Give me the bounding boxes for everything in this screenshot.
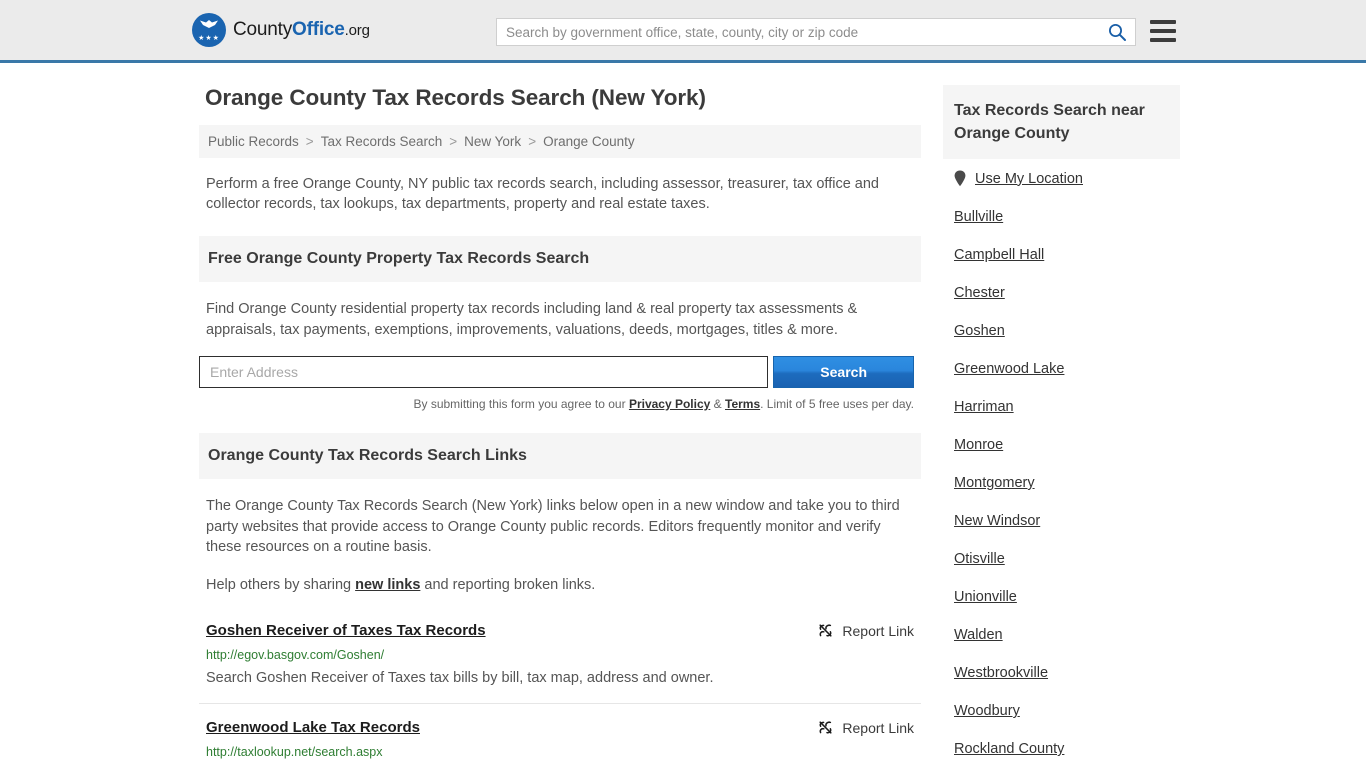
link-item-title[interactable]: Greenwood Lake Tax Records <box>206 718 420 738</box>
sidebar-list: Use My Location Bullville Campbell Hall … <box>943 159 1180 768</box>
sidebar-link[interactable]: Harriman <box>954 399 1014 415</box>
hamburger-bar <box>1150 20 1176 24</box>
sidebar-item-unionville[interactable]: Unionville <box>954 578 1169 616</box>
form-disclaimer: By submitting this form you agree to our… <box>199 397 915 411</box>
sidebar-item-greenwood-lake[interactable]: Greenwood Lake <box>954 350 1169 388</box>
address-search-button[interactable]: Search <box>773 356 914 388</box>
stars-glyph: ★★★ <box>198 35 220 42</box>
report-link-button[interactable]: Report Link <box>817 718 914 736</box>
property-search-description: Find Orange County residential property … <box>206 301 858 338</box>
link-item-header: Goshen Receiver of Taxes Tax Records Rep… <box>206 621 914 641</box>
breadcrumb-item-public-records[interactable]: Public Records <box>208 134 299 149</box>
sidebar-link[interactable]: Montgomery <box>954 475 1035 491</box>
sidebar-item-new-windsor[interactable]: New Windsor <box>954 502 1169 540</box>
logo-text-county: County <box>233 19 293 40</box>
logo-text-org: .org <box>344 22 370 39</box>
link-item-url: http://taxlookup.net/search.aspx <box>206 745 383 759</box>
sidebar-item-chester[interactable]: Chester <box>954 274 1169 312</box>
link-item: Greenwood Lake Tax Records Report Link h… <box>199 704 921 768</box>
logo-text-office: Office <box>292 19 345 40</box>
report-link-label: Report Link <box>842 719 914 736</box>
sidebar-link[interactable]: Rockland County <box>954 741 1064 757</box>
sidebar-heading: Tax Records Search near Orange County <box>943 85 1180 159</box>
disclaimer-prefix: By submitting this form you agree to our <box>413 397 629 411</box>
map-pin-icon <box>954 170 966 187</box>
privacy-policy-link[interactable]: Privacy Policy <box>629 397 710 411</box>
search-input[interactable] <box>496 18 1136 46</box>
sidebar-item-bullville[interactable]: Bullville <box>954 198 1169 236</box>
link-item-description: Search Greenwood Lake 2017/2018 tax paym… <box>206 764 914 768</box>
sidebar-item-westbrookville[interactable]: Westbrookville <box>954 654 1169 692</box>
breadcrumb-separator: > <box>449 134 458 149</box>
sidebar-item-use-my-location[interactable]: Use My Location <box>954 159 1169 198</box>
sidebar-item-rockland-county[interactable]: Rockland County <box>954 730 1169 768</box>
page-body: Orange County Tax Records Search (New Yo… <box>0 63 1366 768</box>
disclaimer-suffix: . Limit of 5 free uses per day. <box>760 397 914 411</box>
site-header: ★★★ CountyOffice.org <box>0 0 1366 63</box>
page-title: Orange County Tax Records Search (New Yo… <box>205 85 706 110</box>
breadcrumb-item-orange-county: Orange County <box>543 134 635 149</box>
sidebar-item-goshen[interactable]: Goshen <box>954 312 1169 350</box>
use-my-location-link[interactable]: Use My Location <box>975 171 1083 187</box>
sidebar-link[interactable]: Unionville <box>954 589 1017 605</box>
help-suffix: and reporting broken links. <box>420 576 596 593</box>
content-wrapper: Orange County Tax Records Search (New Yo… <box>0 63 1366 768</box>
sidebar-item-montgomery[interactable]: Montgomery <box>954 464 1169 502</box>
broken-link-icon <box>819 624 832 637</box>
sidebar-link[interactable]: Walden <box>954 627 1003 643</box>
breadcrumb-item-tax-records-search[interactable]: Tax Records Search <box>321 134 443 149</box>
links-section-description: The Orange County Tax Records Search (Ne… <box>206 498 900 555</box>
sidebar-link[interactable]: Woodbury <box>954 703 1020 719</box>
page-intro-text: Perform a free Orange County, NY public … <box>206 176 879 212</box>
breadcrumb-separator: > <box>528 134 537 149</box>
links-section-heading: Orange County Tax Records Search Links <box>199 433 921 479</box>
sidebar-link[interactable]: Monroe <box>954 437 1003 453</box>
sidebar-link[interactable]: Campbell Hall <box>954 247 1044 263</box>
sidebar-link[interactable]: Westbrookville <box>954 665 1048 681</box>
link-item-header: Greenwood Lake Tax Records Report Link <box>206 718 914 738</box>
links-section: Orange County Tax Records Search Links T… <box>199 433 921 768</box>
main-column: Orange County Tax Records Search (New Yo… <box>199 85 921 768</box>
address-search-form: Search <box>199 356 914 388</box>
sidebar-link[interactable]: Chester <box>954 285 1005 301</box>
sidebar-link[interactable]: Goshen <box>954 323 1005 339</box>
sidebar-link[interactable]: Greenwood Lake <box>954 361 1064 377</box>
link-item-url: http://egov.basgov.com/Goshen/ <box>206 648 385 662</box>
sidebar: Tax Records Search near Orange County Us… <box>943 85 1180 768</box>
breadcrumb-separator: > <box>305 134 314 149</box>
hamburger-menu-icon[interactable] <box>1150 20 1176 42</box>
disclaimer-amp: & <box>710 397 725 411</box>
report-link-button[interactable]: Report Link <box>817 621 914 639</box>
help-prefix: Help others by sharing <box>206 576 356 593</box>
terms-link[interactable]: Terms <box>725 397 760 411</box>
sidebar-item-otisville[interactable]: Otisville <box>954 540 1169 578</box>
address-input[interactable] <box>199 356 769 388</box>
eagle-glyph <box>200 20 218 28</box>
sidebar-item-woodbury[interactable]: Woodbury <box>954 692 1169 730</box>
property-search-heading: Free Orange County Property Tax Records … <box>199 236 921 282</box>
new-links-link[interactable]: new links <box>355 577 420 593</box>
search-icon[interactable] <box>1107 22 1127 42</box>
report-link-label: Report Link <box>842 622 914 639</box>
sidebar-item-harriman[interactable]: Harriman <box>954 388 1169 426</box>
eagle-seal-icon: ★★★ <box>192 13 226 47</box>
link-item: Goshen Receiver of Taxes Tax Records Rep… <box>199 607 921 704</box>
hamburger-bar <box>1150 29 1176 33</box>
hamburger-bar <box>1150 38 1176 42</box>
sidebar-link[interactable]: New Windsor <box>954 513 1040 529</box>
sidebar-link[interactable]: Otisville <box>954 551 1005 567</box>
broken-link-icon <box>819 721 832 734</box>
sidebar-item-walden[interactable]: Walden <box>954 616 1169 654</box>
breadcrumb-item-new-york[interactable]: New York <box>464 134 521 149</box>
links-help-text: Help others by sharing new links and rep… <box>199 575 921 596</box>
sidebar-item-monroe[interactable]: Monroe <box>954 426 1169 464</box>
logo-wordmark: CountyOffice.org <box>233 19 370 41</box>
breadcrumb: Public Records > Tax Records Search > Ne… <box>199 125 921 158</box>
header-search-container <box>496 18 1136 46</box>
site-logo[interactable]: ★★★ CountyOffice.org <box>192 13 370 47</box>
link-item-title[interactable]: Goshen Receiver of Taxes Tax Records <box>206 621 486 641</box>
sidebar-link[interactable]: Bullville <box>954 209 1003 225</box>
sidebar-item-campbell-hall[interactable]: Campbell Hall <box>954 236 1169 274</box>
link-item-description: Search Goshen Receiver of Taxes tax bill… <box>206 670 714 686</box>
